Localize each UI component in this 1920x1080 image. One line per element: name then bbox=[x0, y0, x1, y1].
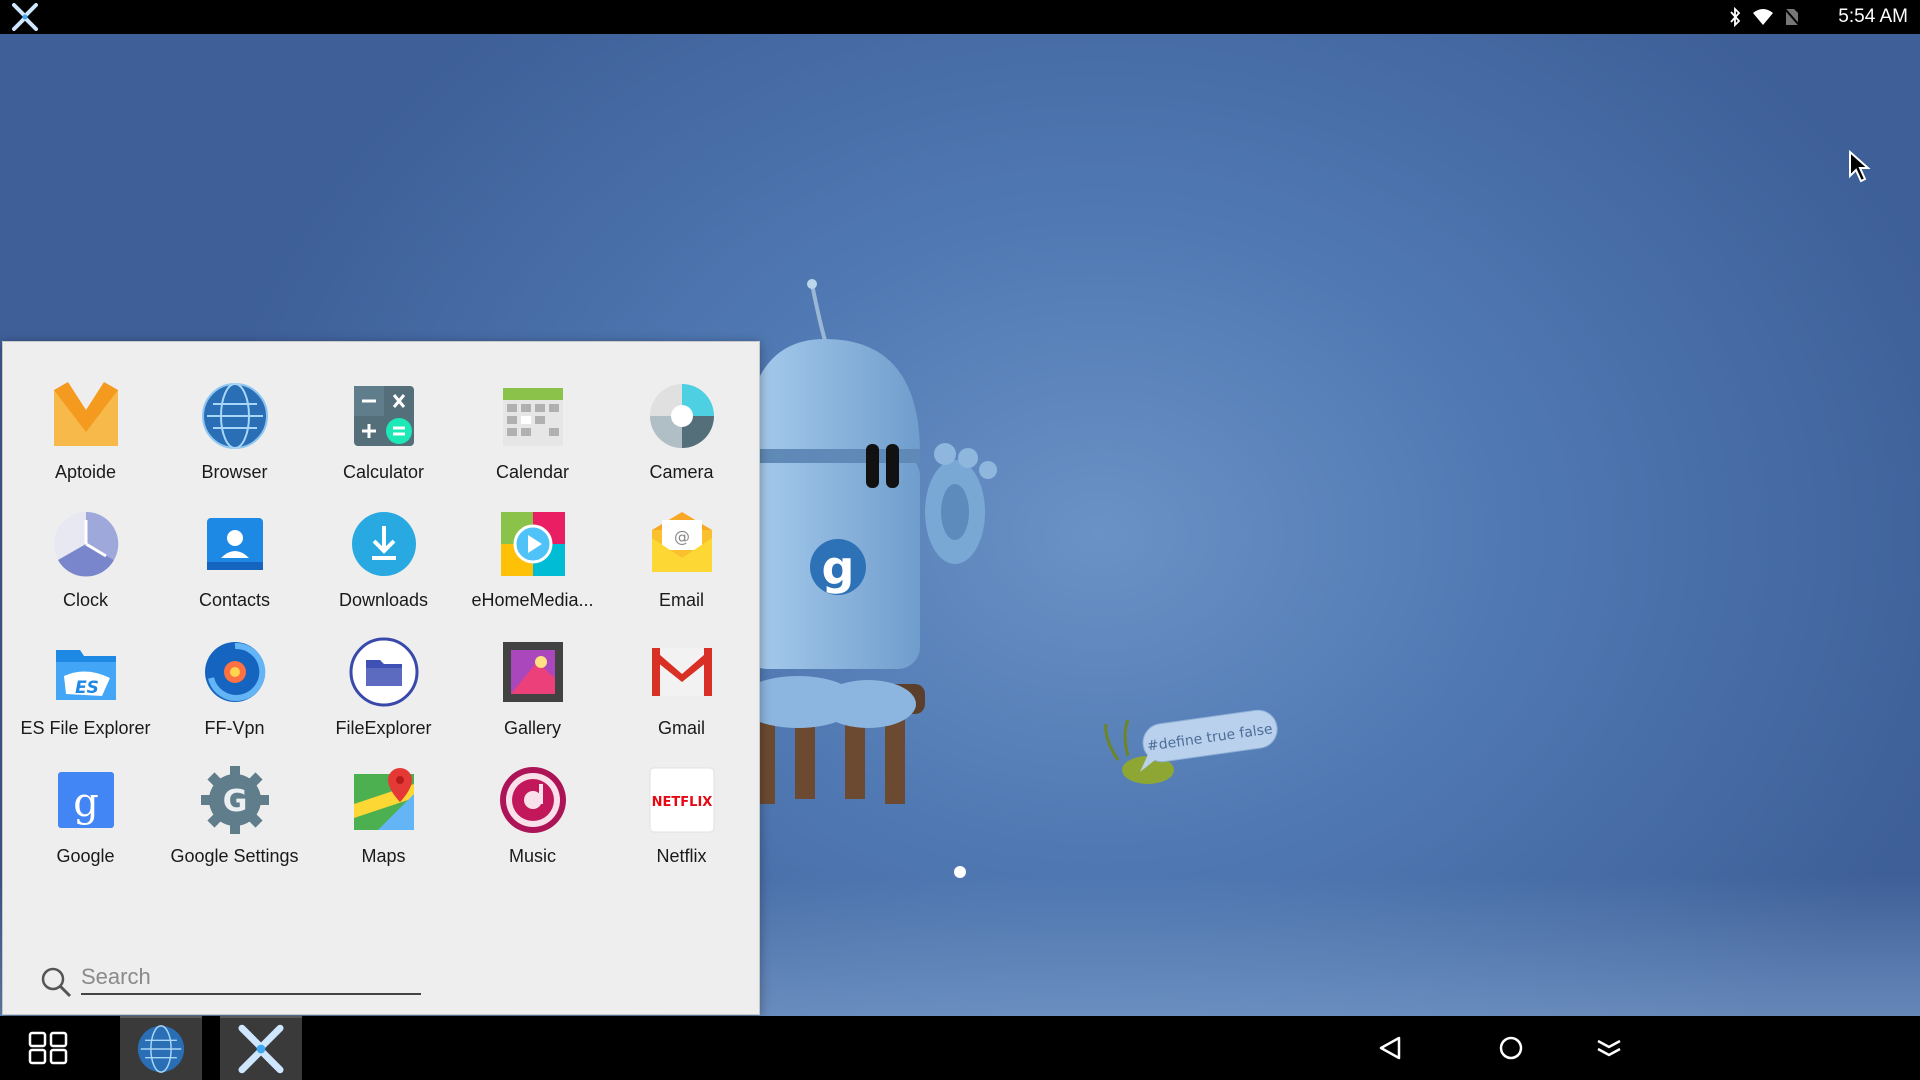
svg-text:ES: ES bbox=[75, 678, 99, 698]
launcher-x-icon[interactable] bbox=[10, 3, 40, 31]
gallery-icon bbox=[502, 642, 563, 702]
no-sim-icon bbox=[1784, 8, 1801, 26]
page-indicator-dot[interactable] bbox=[954, 866, 966, 878]
app-drawer: Aptoide Browser Calculator Calendar Came… bbox=[2, 341, 760, 1015]
app-label: Aptoide bbox=[54, 462, 117, 482]
camera-icon bbox=[649, 384, 714, 448]
app-downloads[interactable]: Downloads bbox=[309, 508, 458, 636]
app-label: eHomeMedia... bbox=[471, 590, 594, 610]
app-label: FF-Vpn bbox=[204, 718, 265, 738]
app-label: Contacts bbox=[198, 590, 271, 610]
collapse-icon bbox=[1597, 1039, 1621, 1057]
app-es-file-explorer[interactable]: ES ES File Explorer bbox=[11, 636, 160, 764]
taskbar-launcher[interactable] bbox=[220, 1016, 302, 1080]
app-google[interactable]: g Google bbox=[11, 764, 160, 892]
svg-text:NETFLIX: NETFLIX bbox=[651, 795, 712, 810]
calculator-icon bbox=[353, 386, 414, 446]
app-gmail[interactable]: Gmail bbox=[607, 636, 756, 764]
downloads-icon bbox=[351, 512, 416, 576]
app-clock[interactable]: Clock bbox=[11, 508, 160, 636]
app-label: Music bbox=[508, 846, 556, 866]
svg-text:@: @ bbox=[674, 527, 690, 546]
status-bar: 5:54 AM bbox=[0, 0, 1920, 34]
calendar-icon bbox=[502, 388, 563, 446]
robot-badge-letter: g bbox=[822, 541, 855, 595]
svg-text:g: g bbox=[73, 780, 99, 826]
browser-globe-icon bbox=[137, 1025, 185, 1073]
app-label: FileExplorer bbox=[335, 718, 432, 738]
app-file-explorer[interactable]: FileExplorer bbox=[309, 636, 458, 764]
back-button[interactable] bbox=[1360, 1016, 1420, 1080]
app-label: Google bbox=[56, 846, 115, 866]
status-clock: 5:54 AM bbox=[1838, 6, 1908, 27]
app-ff-vpn[interactable]: FF-Vpn bbox=[160, 636, 309, 764]
app-gallery[interactable]: Gallery bbox=[458, 636, 607, 764]
all-apps-button[interactable] bbox=[22, 1016, 74, 1080]
app-google-settings[interactable]: G Google Settings bbox=[160, 764, 309, 892]
launcher-x-icon bbox=[238, 1024, 284, 1074]
app-label: Calculator bbox=[342, 462, 425, 482]
app-label: Clock bbox=[62, 590, 108, 610]
app-label: Email bbox=[658, 590, 704, 610]
app-grid: Aptoide Browser Calculator Calendar Came… bbox=[11, 380, 756, 892]
search-input[interactable] bbox=[81, 961, 421, 995]
taskbar-browser[interactable] bbox=[120, 1016, 202, 1080]
app-maps[interactable]: Maps bbox=[309, 764, 458, 892]
app-grid-icon bbox=[28, 1031, 68, 1065]
svg-text:G: G bbox=[222, 784, 247, 819]
contacts-icon bbox=[206, 518, 263, 570]
app-label: Camera bbox=[649, 462, 714, 482]
file-explorer-icon bbox=[349, 637, 418, 707]
app-contacts[interactable]: Contacts bbox=[160, 508, 309, 636]
wifi-icon bbox=[1753, 9, 1774, 25]
app-label: Netflix bbox=[656, 846, 707, 866]
collapse-button[interactable] bbox=[1579, 1016, 1639, 1080]
app-label: Browser bbox=[201, 462, 268, 482]
app-calendar[interactable]: Calendar bbox=[458, 380, 607, 508]
ehomemedia-icon bbox=[500, 512, 565, 576]
maps-icon bbox=[353, 768, 414, 830]
app-label: Gmail bbox=[657, 718, 705, 738]
app-label: ES File Explorer bbox=[20, 718, 151, 738]
home-icon bbox=[1499, 1036, 1523, 1060]
es-file-explorer-icon: ES bbox=[55, 650, 116, 700]
email-icon: @ bbox=[651, 512, 712, 572]
home-button[interactable] bbox=[1481, 1016, 1541, 1080]
ff-vpn-icon bbox=[204, 642, 265, 702]
app-label: Maps bbox=[361, 846, 406, 866]
app-music[interactable]: Music bbox=[458, 764, 607, 892]
clock-icon bbox=[53, 511, 118, 577]
app-label: Downloads bbox=[338, 590, 429, 610]
music-icon bbox=[499, 767, 566, 833]
google-icon: g bbox=[57, 772, 114, 828]
bluetooth-icon bbox=[1730, 7, 1741, 27]
app-aptoide[interactable]: Aptoide bbox=[11, 380, 160, 508]
app-calculator[interactable]: Calculator bbox=[309, 380, 458, 508]
mouse-cursor-icon bbox=[1849, 150, 1871, 183]
netflix-icon: NETFLIX bbox=[649, 767, 714, 833]
google-settings-icon: G bbox=[200, 766, 269, 834]
app-search bbox=[39, 957, 421, 999]
aptoide-icon bbox=[53, 382, 118, 446]
app-camera[interactable]: Camera bbox=[607, 380, 756, 508]
app-label: Google Settings bbox=[170, 846, 299, 866]
back-icon bbox=[1379, 1036, 1401, 1060]
app-browser[interactable]: Browser bbox=[160, 380, 309, 508]
app-netflix[interactable]: NETFLIX Netflix bbox=[607, 764, 756, 892]
taskbar bbox=[0, 1016, 1920, 1080]
gmail-icon bbox=[651, 648, 712, 696]
app-label: Gallery bbox=[503, 718, 561, 738]
app-label: Calendar bbox=[495, 462, 570, 482]
browser-globe-icon bbox=[201, 383, 268, 449]
search-icon bbox=[41, 967, 72, 998]
app-ehomemedia[interactable]: eHomeMedia... bbox=[458, 508, 607, 636]
app-email[interactable]: @ Email bbox=[607, 508, 756, 636]
